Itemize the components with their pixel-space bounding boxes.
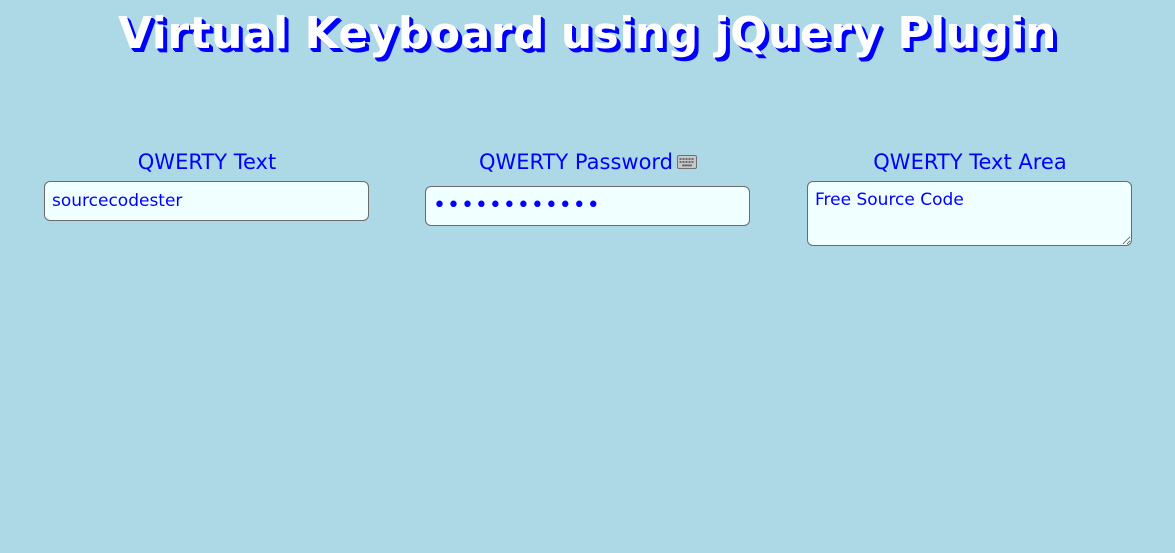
qwerty-text-group: QWERTY Text sourcecodester <box>44 148 370 221</box>
qwerty-textarea-label: QWERTY Text Area <box>873 150 1067 174</box>
qwerty-password-label: QWERTY Password <box>478 150 674 174</box>
qwerty-password-group: QWERTY Password •••••••••••• <box>425 148 751 226</box>
qwerty-password-input[interactable]: •••••••••••• <box>425 186 750 226</box>
page-title: Virtual Keyboard using jQuery Plugin <box>118 8 1057 59</box>
keyboard-icon[interactable] <box>677 155 698 169</box>
qwerty-text-input[interactable]: sourcecodester <box>44 181 369 221</box>
qwerty-textarea[interactable]: Free Source Code <box>807 181 1132 246</box>
qwerty-password-label-row: QWERTY Password <box>478 148 698 176</box>
qwerty-text-label: QWERTY Text <box>137 150 277 174</box>
qwerty-textarea-group: QWERTY Text Area Free Source Code <box>807 148 1133 246</box>
